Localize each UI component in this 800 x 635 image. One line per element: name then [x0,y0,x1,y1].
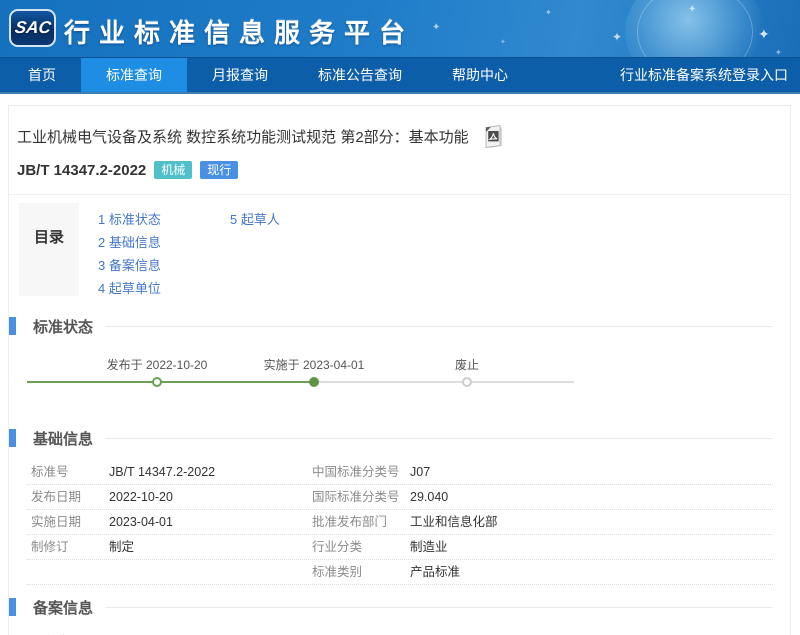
document-title-block: 工业机械电气设备及系统 数控系统功能测试规范 第2部分：基本功能 JB/T 14… [9,106,790,194]
toc-link-basic-info[interactable]: 2 基础信息 [98,231,230,254]
field-value: 产品标准 [410,565,773,580]
record-number-row: 备案号：87846-2022 [44,631,790,635]
timeline-label-abolished: 废止 [455,356,479,373]
standard-number: JB/T 14347.2-2022 [17,162,146,179]
toc-link-drafters[interactable]: 5 起草人 [230,208,362,231]
field-label: 标准号 [31,465,109,480]
nav-item-standard-search[interactable]: 标准查询 [81,58,187,92]
sparkle-icon: ✦ [775,48,782,57]
section-rule [105,326,772,327]
toc-column-2: 5 起草人 [230,208,362,300]
section-marker [9,317,16,335]
toc-link-standard-status[interactable]: 1 标准状态 [98,208,230,231]
sparkle-icon: ✦ [612,30,622,44]
field-label: 制修订 [31,540,109,555]
section-marker [9,429,16,447]
table-of-contents: 目录 1 标准状态 2 基础信息 3 备案信息 4 起草单位 5 起草人 [9,195,790,304]
site-header: SAC 行业标准信息服务平台 ✦ ✦ ✦ ✦ ✦ ✦ ✦ [0,0,800,57]
field-value: J07 [410,465,773,480]
basic-info-table: 标准号 JB/T 14347.2-2022 中国标准分类号 J07 发布日期 2… [27,460,773,585]
nav-item-monthly-report[interactable]: 月报查询 [187,58,293,92]
field-value: 2022-10-20 [109,490,312,505]
field-label: 国际标准分类号 [312,490,410,505]
pdf-file-icon[interactable] [483,124,504,149]
section-rule [105,438,772,439]
field-label: 批准发布部门 [312,515,410,530]
nav-item-help-center[interactable]: 帮助中心 [427,58,533,92]
field-value: JB/T 14347.2-2022 [109,465,312,480]
toc-link-drafting-org[interactable]: 4 起草单位 [98,277,230,300]
status-badge: 现行 [200,161,238,179]
field-value: 制造业 [410,540,773,555]
section-title-basic-info: 基础信息 [33,428,93,449]
toc-link-record-info[interactable]: 3 备案信息 [98,254,230,277]
industry-badge: 机械 [154,161,192,179]
timeline-node-implemented [309,377,319,387]
table-row: 制修订 制定 行业分类 制造业 [27,535,773,560]
nav-item-announcement-search[interactable]: 标准公告查询 [293,58,427,92]
field-label-empty [31,565,109,580]
section-record-info: 备案信息 备案号：87846-2022 备案日期：2022-11-24 备案月报… [9,597,790,635]
section-basic-info: 基础信息 标准号 JB/T 14347.2-2022 中国标准分类号 J07 发… [9,428,790,585]
section-title-record-info: 备案信息 [33,597,93,618]
field-value: 29.040 [410,490,773,505]
timeline-label-implemented: 实施于 2023-04-01 [264,356,365,373]
section-marker [9,598,16,616]
main-nav: 首页 标准查询 月报查询 标准公告查询 帮助中心 行业标准备案系统登录入口 [0,57,800,94]
record-info-list: 备案号：87846-2022 备案日期：2022-11-24 备案月报：2022… [9,617,790,635]
status-timeline: 发布于 2022-10-20 实施于 2023-04-01 废止 [9,354,790,416]
section-rule [105,607,772,608]
site-title: 行业标准信息服务平台 [64,13,414,50]
table-row: 实施日期 2023-04-01 批准发布部门 工业和信息化部 [27,510,773,535]
field-label: 发布日期 [31,490,109,505]
field-label: 实施日期 [31,515,109,530]
timeline-progress [27,381,315,383]
sac-logo-text: SAC [13,18,52,38]
globe-graphic [625,0,765,57]
timeline-node-abolished [462,377,472,387]
toc-label: 目录 [19,203,79,296]
field-value: 2023-04-01 [109,515,312,530]
table-row: 发布日期 2022-10-20 国际标准分类号 29.040 [27,485,773,510]
timeline-label-published: 发布于 2022-10-20 [107,356,208,373]
field-value: 工业和信息化部 [410,515,773,530]
table-row: 标准类别 产品标准 [27,560,773,585]
field-label: 行业分类 [312,540,410,555]
toc-column-1: 1 标准状态 2 基础信息 3 备案信息 4 起草单位 [98,208,230,300]
sac-logo[interactable]: SAC [9,9,56,47]
table-row: 标准号 JB/T 14347.2-2022 中国标准分类号 J07 [27,460,773,485]
content-panel: 工业机械电气设备及系统 数控系统功能测试规范 第2部分：基本功能 JB/T 14… [8,105,791,635]
field-label: 标准类别 [312,565,410,580]
section-title-status: 标准状态 [33,316,93,337]
field-label: 中国标准分类号 [312,465,410,480]
record-system-login-link[interactable]: 行业标准备案系统登录入口 [608,58,800,92]
section-standard-status: 标准状态 发布于 2022-10-20 实施于 2023-04-01 废止 [9,316,790,416]
field-value-empty [109,565,312,580]
sparkle-icon: ✦ [432,22,440,33]
sparkle-icon: ✦ [500,38,506,46]
timeline-node-published [152,377,162,387]
nav-item-home[interactable]: 首页 [3,58,81,92]
document-title: 工业机械电气设备及系统 数控系统功能测试规范 第2部分：基本功能 [17,127,469,149]
field-value: 制定 [109,540,312,555]
sparkle-icon: ✦ [545,8,552,17]
